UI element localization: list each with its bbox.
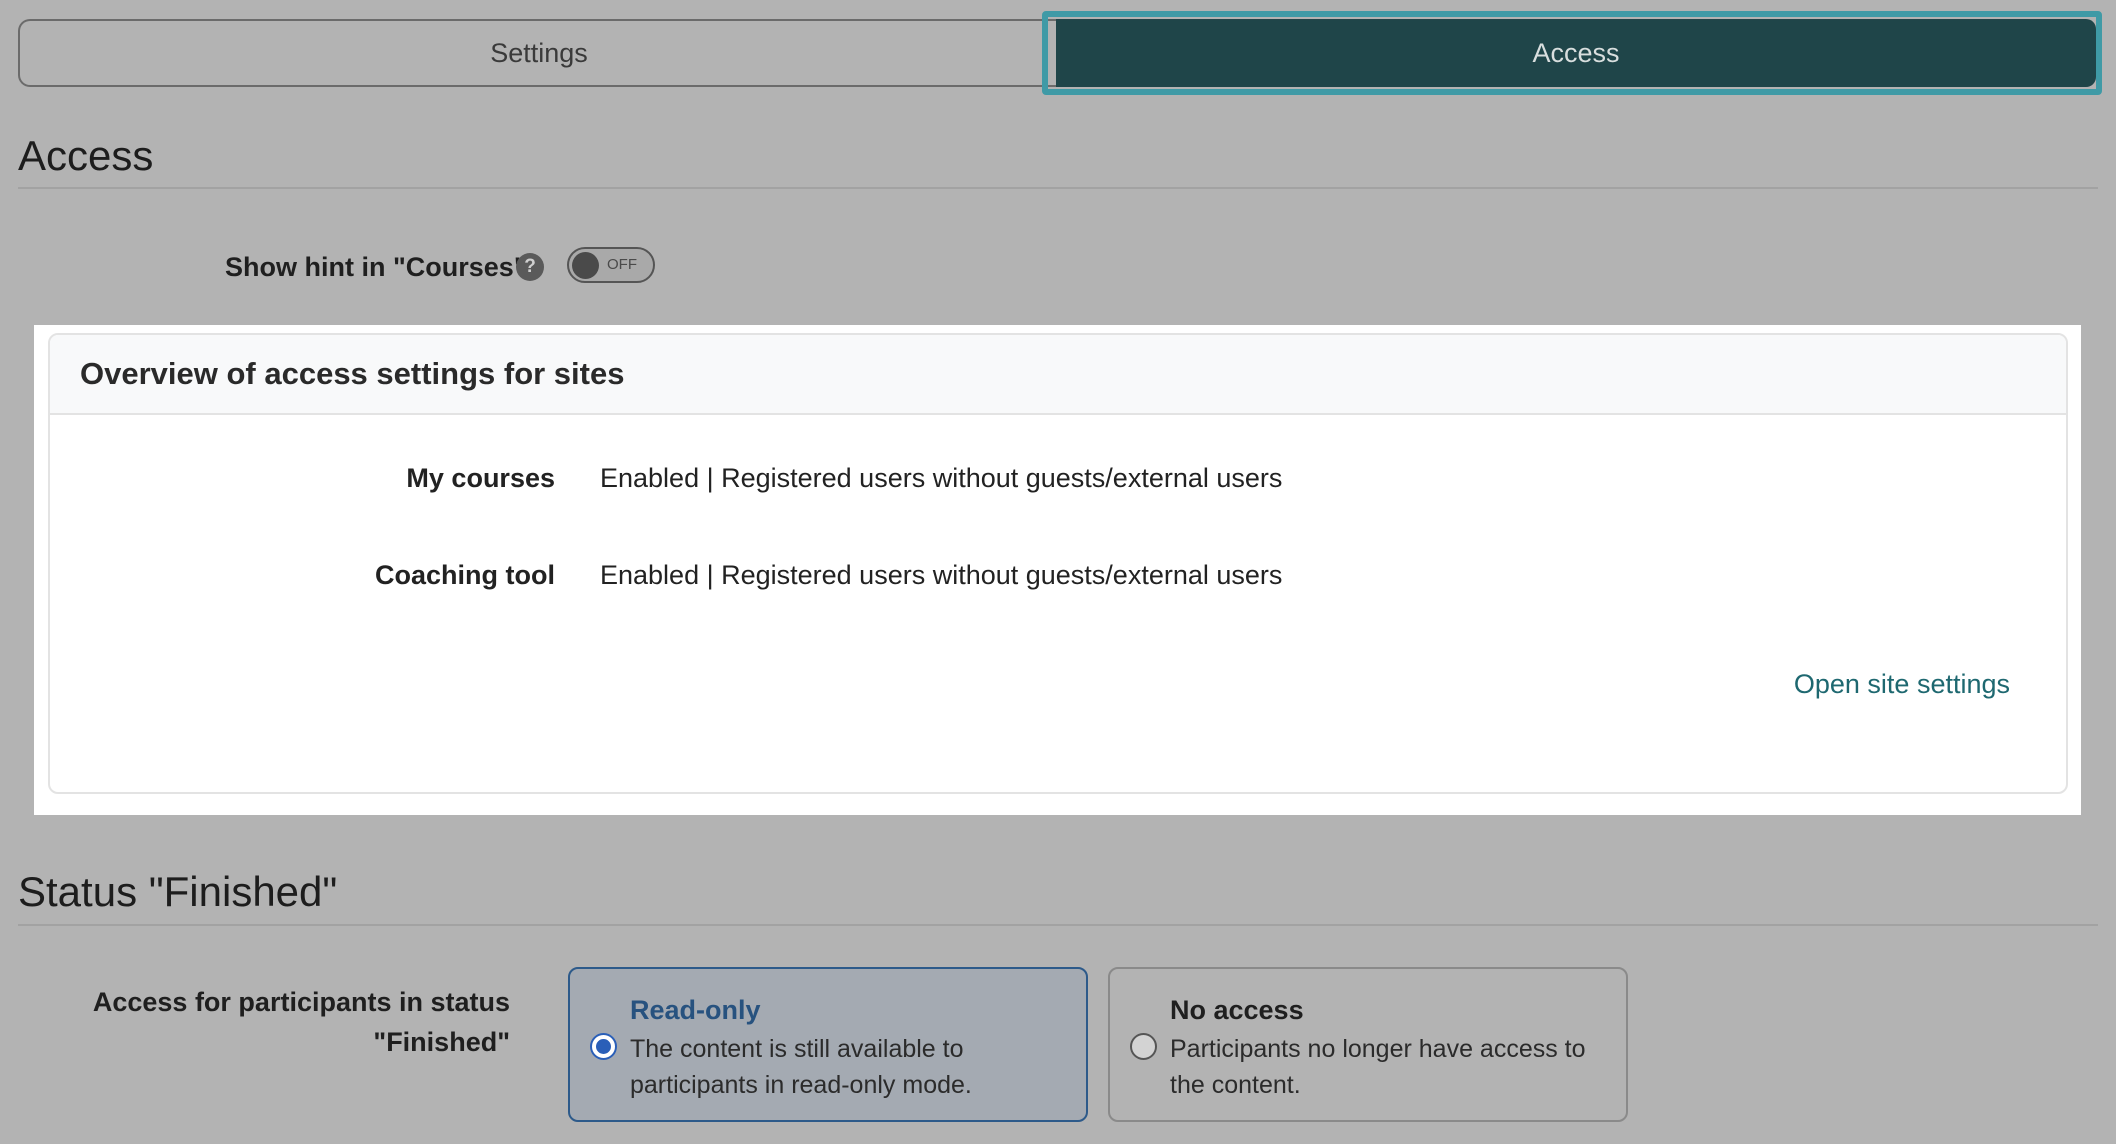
option-desc-line1: Participants no longer have access to (1170, 1035, 1586, 1063)
access-section-title: Access (18, 132, 154, 179)
finished-access-label: Access for participants in status "Finis… (60, 982, 510, 1062)
finished-access-label-line2: "Finished" (373, 1027, 510, 1057)
toggle-knob (572, 252, 599, 279)
access-settings-page: Settings Access Access Show hint in "Cou… (0, 0, 2116, 1144)
open-site-settings-link[interactable]: Open site settings (1794, 669, 2010, 700)
show-hint-label: Show hint in "Courses" (225, 252, 527, 282)
card-title: Overview of access settings for sites (80, 356, 625, 391)
divider (18, 187, 2098, 189)
radio-read-only[interactable] (590, 1033, 617, 1060)
tab-settings[interactable]: Settings (18, 19, 1058, 87)
option-description: Participants no longer have access to th… (1170, 1031, 1606, 1103)
tab-access[interactable]: Access (1056, 19, 2096, 87)
show-hint-toggle[interactable]: OFF (567, 247, 655, 283)
card-header: Overview of access settings for sites (50, 335, 2066, 415)
tab-bar: Settings Access (18, 11, 2102, 95)
option-desc-line2: the content. (1170, 1071, 1301, 1099)
finished-access-label-line1: Access for participants in status (92, 987, 510, 1017)
overview-card: Overview of access settings for sites My… (48, 333, 2068, 794)
option-description: The content is still available to partic… (630, 1031, 1066, 1103)
finished-section-title: Status "Finished" (18, 868, 338, 915)
toggle-state-text: OFF (607, 256, 637, 273)
option-desc-line1: The content is still available to (630, 1035, 964, 1063)
option-title: No access (1170, 995, 1304, 1025)
option-desc-line2: participants in read-only mode. (630, 1071, 972, 1099)
row-label-coaching-tool: Coaching tool (375, 560, 555, 590)
row-value-coaching-tool: Enabled | Registered users without guest… (600, 560, 1283, 590)
row-value-my-courses: Enabled | Registered users without guest… (600, 463, 1283, 493)
option-no-access[interactable]: No access Participants no longer have ac… (1108, 967, 1628, 1122)
tab-access-label: Access (1532, 37, 1620, 68)
row-label-my-courses: My courses (406, 463, 555, 493)
radio-no-access[interactable] (1130, 1033, 1157, 1060)
tab-settings-label: Settings (490, 37, 588, 68)
option-read-only[interactable]: Read-only The content is still available… (568, 967, 1088, 1122)
question-circle-icon[interactable]: ? (516, 253, 544, 281)
divider (18, 924, 2098, 926)
option-title: Read-only (630, 995, 761, 1025)
